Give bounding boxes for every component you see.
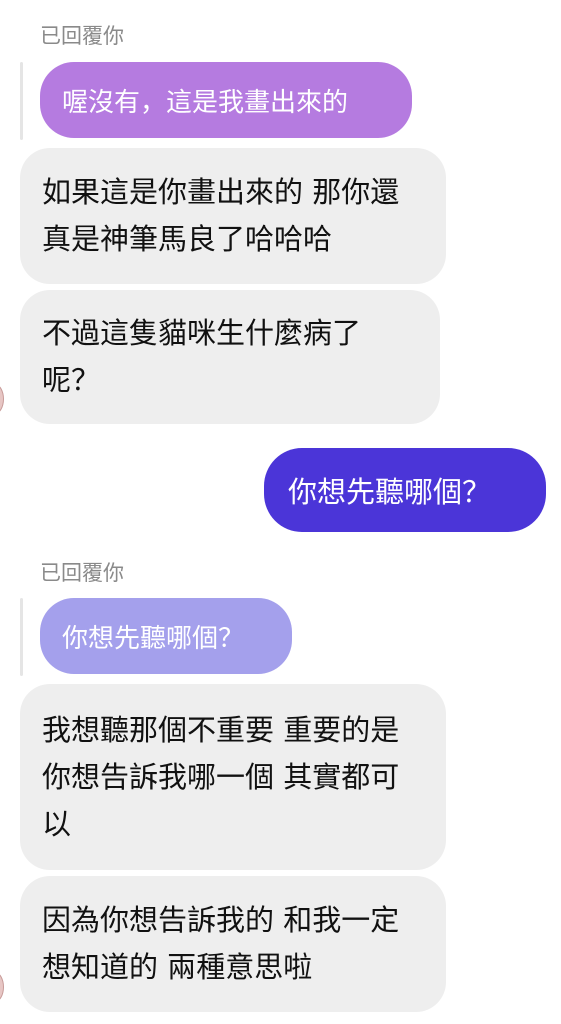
received-message-bubble[interactable]: 如果這是你畫出來的 那你還真是神筆馬良了哈哈哈: [20, 148, 446, 284]
quoted-message-bubble[interactable]: 你想先聽哪個？: [40, 598, 292, 674]
sender-avatar[interactable]: [0, 972, 4, 1002]
received-message-bubble[interactable]: 因為你想告訴我的 和我一定想知道的 兩種意思啦: [20, 876, 446, 1012]
message-text: 我想聽那個不重要 重要的是你想告訴我哪一個 其實都可以: [42, 712, 400, 841]
quoted-message-text: 你想先聽哪個？: [62, 623, 245, 654]
reply-label: 已回覆你: [40, 561, 124, 585]
received-message-bubble[interactable]: 不過這隻貓咪生什麼病了呢？: [20, 290, 440, 424]
quote-bar: [20, 62, 23, 140]
sent-message-bubble[interactable]: 你想先聽哪個？: [264, 448, 546, 532]
quoted-message-bubble[interactable]: 喔沒有，這是我畫出來的: [40, 62, 412, 138]
message-text: 如果這是你畫出來的 那你還真是神筆馬良了哈哈哈: [42, 175, 400, 256]
received-message-bubble[interactable]: 我想聽那個不重要 重要的是你想告訴我哪一個 其實都可以: [20, 684, 446, 870]
reply-label: 已回覆你: [40, 24, 124, 48]
message-text: 不過這隻貓咪生什麼病了呢？: [42, 316, 362, 397]
sender-avatar[interactable]: [0, 384, 4, 414]
quoted-message-text: 喔沒有，這是我畫出來的: [62, 87, 349, 118]
message-text: 你想先聽哪個？: [288, 475, 492, 509]
chat-thread: 已回覆你 喔沒有，這是我畫出來的 如果這是你畫出來的 那你還真是神筆馬良了哈哈哈…: [0, 0, 561, 1024]
quote-bar: [20, 598, 23, 676]
message-text: 因為你想告訴我的 和我一定想知道的 兩種意思啦: [42, 903, 400, 984]
